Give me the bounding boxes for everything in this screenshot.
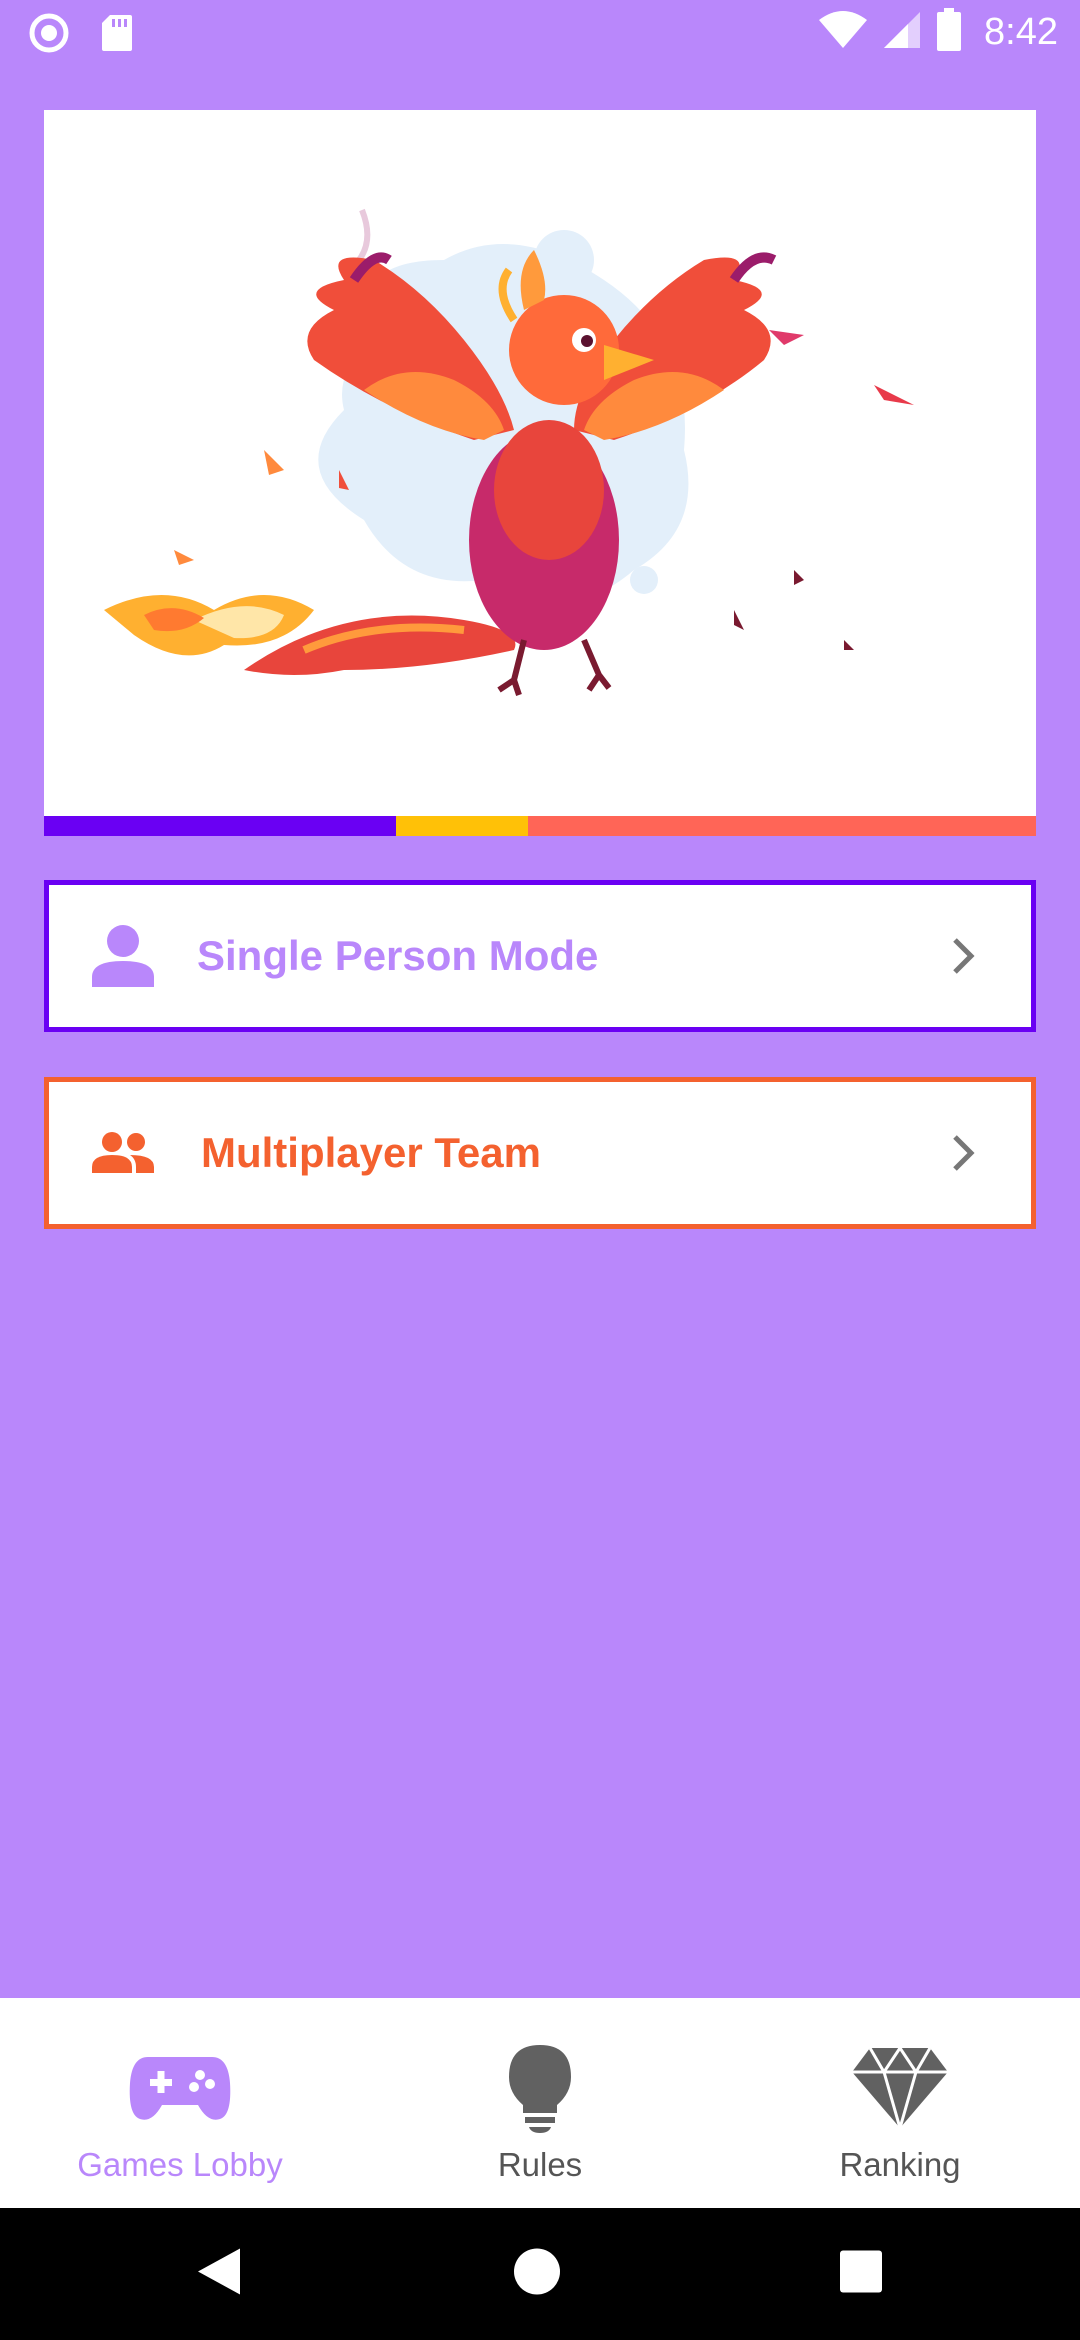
sd-card-icon bbox=[100, 13, 134, 58]
bottom-navigation: Games Lobby Rules Ranking bbox=[0, 1998, 1080, 2208]
home-icon[interactable] bbox=[512, 2247, 562, 2302]
progress-segment-purple bbox=[44, 816, 396, 836]
group-icon bbox=[87, 1117, 159, 1189]
chevron-right-icon bbox=[949, 1133, 979, 1173]
status-bar: 8:42 bbox=[0, 0, 1080, 66]
phoenix-illustration bbox=[104, 208, 914, 696]
gamepad-icon bbox=[125, 2040, 235, 2136]
back-icon[interactable] bbox=[196, 2247, 242, 2302]
nav-label-rules: Rules bbox=[497, 2146, 583, 2183]
person-icon bbox=[87, 920, 159, 992]
wifi-icon bbox=[818, 10, 868, 55]
multiplayer-team-button[interactable]: Multiplayer Team bbox=[44, 1077, 1036, 1229]
cell-signal-icon bbox=[882, 10, 922, 55]
status-time: 8:42 bbox=[984, 11, 1058, 53]
single-person-mode-button[interactable]: Single Person Mode bbox=[44, 880, 1036, 1032]
chevron-right-icon bbox=[949, 936, 979, 976]
diamond-icon bbox=[845, 2040, 955, 2136]
hero-card bbox=[44, 110, 1036, 836]
single-person-mode-label: Single Person Mode bbox=[197, 932, 599, 979]
nav-label-ranking: Ranking bbox=[839, 2146, 961, 2183]
system-navigation-bar bbox=[0, 2208, 1080, 2340]
multiplayer-team-label: Multiplayer Team bbox=[201, 1129, 541, 1176]
record-icon bbox=[28, 12, 70, 59]
battery-icon bbox=[936, 8, 962, 57]
progress-segment-yellow bbox=[396, 816, 528, 836]
nav-item-ranking[interactable]: Ranking bbox=[720, 1998, 1080, 2208]
recents-icon[interactable] bbox=[838, 2249, 884, 2300]
lightbulb-icon bbox=[485, 2040, 595, 2136]
nav-item-games-lobby[interactable]: Games Lobby bbox=[0, 1998, 360, 2208]
progress-segment-red bbox=[528, 816, 1036, 836]
nav-item-rules[interactable]: Rules bbox=[360, 1998, 720, 2208]
progress-strip bbox=[44, 816, 1036, 836]
nav-label-games-lobby: Games Lobby bbox=[77, 2146, 283, 2183]
